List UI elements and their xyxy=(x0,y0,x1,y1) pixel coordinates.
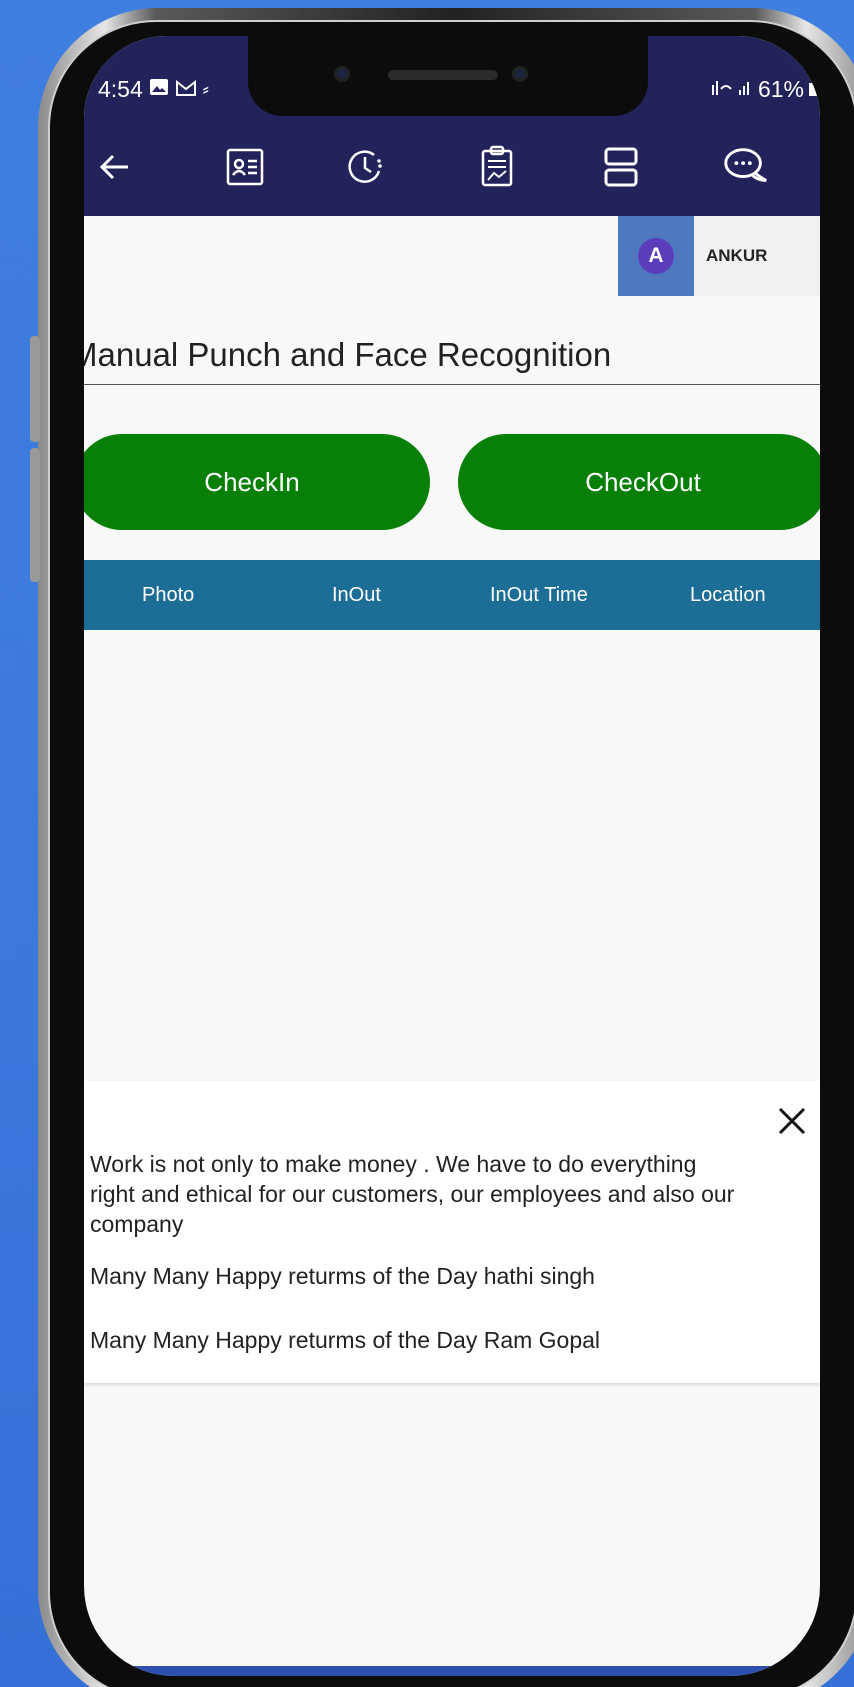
checkout-button[interactable]: CheckOut xyxy=(458,434,820,530)
top-toolbar xyxy=(84,116,820,216)
volume-down-button xyxy=(30,448,40,582)
column-inout-time: InOut Time xyxy=(490,584,588,606)
column-location: Location xyxy=(690,584,766,606)
column-photo: Photo xyxy=(142,584,195,606)
clock-history-icon[interactable] xyxy=(340,142,390,192)
notice-panel: Work is not only to make money . We have… xyxy=(84,1081,820,1383)
gmail-icon xyxy=(175,76,197,103)
user-chip[interactable]: A ANKUR xyxy=(618,216,820,296)
battery-icon xyxy=(808,76,820,103)
close-icon[interactable] xyxy=(772,1101,812,1141)
avatar-box: A xyxy=(618,216,694,296)
signal-icon xyxy=(710,76,734,103)
clipboard-report-icon[interactable] xyxy=(472,142,522,192)
sensor-icon xyxy=(334,66,350,82)
notice-message: Work is not only to make money . We have… xyxy=(90,1151,735,1237)
status-left: 4:54 ⸗ xyxy=(98,76,209,103)
battery-text: 61% xyxy=(757,76,804,102)
id-card-icon[interactable] xyxy=(220,142,270,192)
activity-icon: ⸗ xyxy=(202,79,209,99)
avatar: A xyxy=(638,238,674,274)
notice-message: Many Many Happy returms of the Day Ram G… xyxy=(90,1327,601,1353)
table-header: Photo InOut InOut Time Location xyxy=(84,560,820,630)
camera-notch xyxy=(248,36,648,116)
volume-up-button xyxy=(30,336,40,442)
bottom-bar xyxy=(84,1666,820,1676)
app-screen: 4:54 ⸗ 61% A ANKUR Manual Punch and Face… xyxy=(84,36,820,1676)
user-name: ANKUR xyxy=(706,246,768,265)
front-camera-icon xyxy=(512,66,528,82)
column-inout: InOut xyxy=(332,584,381,606)
earpiece-speaker xyxy=(388,70,498,80)
checkin-button[interactable]: CheckIn xyxy=(84,434,430,530)
status-right: 61% xyxy=(710,76,820,103)
signal-bars-icon xyxy=(738,76,754,103)
page-title: Manual Punch and Face Recognition xyxy=(84,336,820,385)
notice-message: Many Many Happy returms of the Day hathi… xyxy=(90,1263,595,1289)
layout-icon[interactable] xyxy=(596,142,646,192)
chat-icon[interactable] xyxy=(720,142,770,192)
back-arrow-icon[interactable] xyxy=(90,142,140,192)
status-time: 4:54 xyxy=(98,76,143,102)
gallery-icon xyxy=(149,76,169,103)
